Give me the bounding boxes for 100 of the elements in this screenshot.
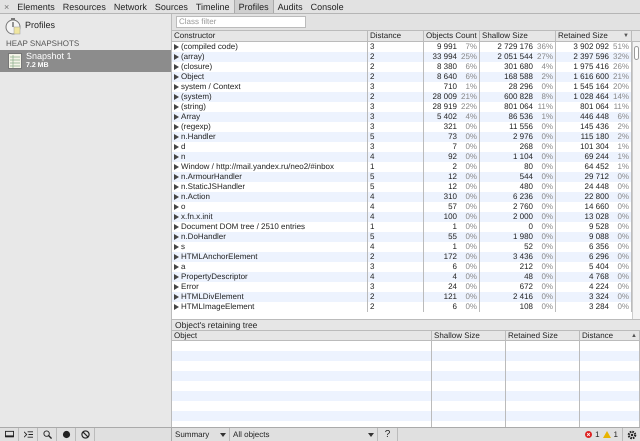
- percent-cell-text: 0%: [540, 152, 553, 162]
- caret-icon: [368, 432, 374, 436]
- table-cell: 301 680: [504, 62, 533, 72]
- table-cell: 52: [524, 242, 533, 252]
- table-cell: 2 000: [512, 212, 533, 222]
- column-header[interactable]: Shallow Size: [432, 331, 506, 340]
- percent-cell-text: 0%: [616, 202, 629, 212]
- percent-cell-text: 0%: [540, 282, 553, 292]
- panel-tab[interactable]: Sources: [150, 0, 192, 13]
- panel-tab[interactable]: Console: [306, 0, 348, 13]
- percent-cell-text: 0%: [540, 232, 553, 242]
- constructor-name: (system): [181, 92, 212, 102]
- column-header[interactable]: Object: [172, 331, 432, 340]
- table-cell: 11 556: [509, 122, 533, 132]
- percent-cell: 21%: [613, 72, 629, 82]
- percent-cell: 20%: [613, 82, 629, 92]
- help-button[interactable]: ?: [378, 428, 398, 441]
- error-count[interactable]: 1: [595, 428, 600, 440]
- table-cell: 9 528: [588, 222, 609, 232]
- percent-cell-text: 0%: [464, 132, 477, 142]
- table-cell: 100: [444, 212, 457, 222]
- spreadsheet-icon: [8, 53, 22, 69]
- table-cell: 4: [452, 272, 457, 282]
- table-cell: 2 729 176: [497, 42, 533, 52]
- column-header[interactable]: Shallow Size: [480, 31, 556, 41]
- constructor-name: a: [181, 262, 186, 272]
- percent-cell-text: 2%: [616, 132, 629, 142]
- table-cell: 2: [368, 302, 424, 312]
- percent-cell-text: 0%: [464, 182, 477, 192]
- percent-cell-text: 0%: [616, 282, 629, 292]
- table-cell: 2: [452, 162, 457, 172]
- percent-cell: 26%: [613, 62, 629, 72]
- table-cell: 73: [448, 132, 457, 142]
- percent-cell-text: 0%: [616, 292, 629, 302]
- table-cell: 600 828: [504, 92, 533, 102]
- table-cell: 6: [452, 262, 457, 272]
- percent-cell-text: 0%: [540, 222, 553, 232]
- constructor-name: n.StaticJSHandler: [181, 182, 246, 192]
- percent-cell-text: 2%: [616, 122, 629, 132]
- table-cell: 4 768: [588, 272, 609, 282]
- table-cell: 710: [444, 82, 457, 92]
- percent-cell-text: 0%: [464, 192, 477, 202]
- table-cell: 121: [444, 292, 457, 302]
- column-header[interactable]: Constructor: [172, 31, 368, 41]
- table-cell: 22 800: [584, 192, 609, 202]
- objects-dropdown[interactable]: All objects: [230, 428, 378, 441]
- percent-cell-text: 0%: [616, 222, 629, 232]
- table-cell: 55: [448, 232, 457, 242]
- panel-tab[interactable]: Timeline: [192, 0, 234, 13]
- panel-tab[interactable]: Network: [110, 0, 151, 13]
- table-cell: 321: [444, 122, 457, 132]
- constructor-name: HTMLDivElement: [181, 292, 244, 302]
- constructor-name: Error: [181, 282, 199, 292]
- warning-count[interactable]: 1: [614, 428, 618, 440]
- table-cell: 8 640: [436, 72, 457, 82]
- table-cell: 29 712: [584, 172, 609, 182]
- column-header[interactable]: Retained Size: [506, 331, 580, 340]
- constructor-name: (regexp): [181, 122, 211, 132]
- error-icon: [585, 431, 592, 438]
- view-dropdown[interactable]: Summary: [172, 428, 230, 441]
- percent-cell-text: 0%: [616, 272, 629, 282]
- percent-cell-text: 0%: [464, 302, 477, 312]
- percent-cell-text: 1%: [464, 82, 477, 92]
- percent-cell-text: 1%: [616, 152, 629, 162]
- percent-cell-text: 6%: [464, 62, 477, 72]
- percent-cell-text: 4%: [464, 112, 477, 122]
- percent-cell-text: 0%: [540, 292, 553, 302]
- constructor-name: PropertyDescriptor: [181, 272, 248, 282]
- constructor-name: n.ArmourHandler: [181, 172, 242, 182]
- panel-tab[interactable]: Audits: [274, 0, 307, 13]
- percent-cell-text: 0%: [464, 252, 477, 262]
- scrollbar[interactable]: [632, 42, 640, 319]
- percent-cell-text: 0%: [540, 242, 553, 252]
- percent-cell-text: 0%: [616, 242, 629, 252]
- percent-cell: 25%: [461, 52, 477, 62]
- constructor-name: d: [181, 142, 186, 152]
- table-cell: 13 028: [584, 212, 609, 222]
- table-cell: 145 436: [580, 122, 609, 132]
- table-cell: 268: [520, 142, 533, 152]
- percent-cell-text: 0%: [616, 232, 629, 242]
- panel-tab[interactable]: Resources: [58, 0, 110, 13]
- percent-cell-text: 0%: [540, 202, 553, 212]
- percent-cell-text: 6%: [464, 72, 477, 82]
- table-cell: 446 448: [580, 112, 609, 122]
- constructor-name: (string): [181, 102, 206, 112]
- percent-cell-text: 0%: [540, 272, 553, 282]
- percent-cell: 27%: [537, 52, 553, 62]
- class-filter-field[interactable]: Class filter: [176, 16, 306, 28]
- stopwatch-icon: [4, 17, 22, 35]
- panel-tab[interactable]: Elements: [13, 0, 59, 13]
- column-header[interactable]: Distance: [368, 31, 424, 41]
- constructor-name: n.Action: [181, 192, 210, 202]
- percent-cell-text: 1%: [616, 162, 629, 172]
- percent-cell-text: 0%: [540, 252, 553, 262]
- panel-tab[interactable]: Profiles: [234, 0, 274, 13]
- percent-cell-text: 0%: [540, 212, 553, 222]
- close-button[interactable]: ×: [0, 0, 14, 13]
- column-header[interactable]: Objects Count: [424, 31, 480, 41]
- percent-cell-text: 0%: [464, 142, 477, 152]
- percent-cell-text: 0%: [540, 82, 553, 92]
